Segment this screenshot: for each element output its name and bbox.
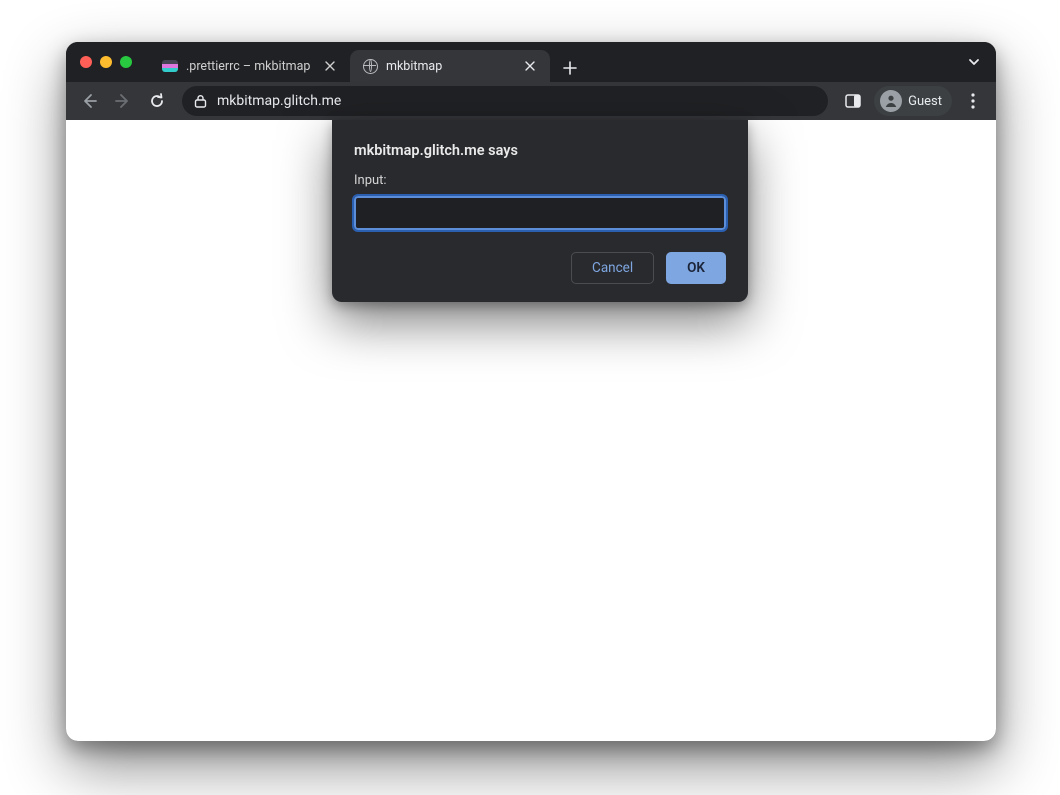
menu-button[interactable]: [958, 86, 988, 116]
close-tab-icon[interactable]: [322, 58, 338, 74]
browser-window: .prettierrc – mkbitmap mkbitmap: [66, 42, 996, 741]
address-bar-url: mkbitmap.glitch.me: [217, 93, 341, 109]
tab-strip: .prettierrc – mkbitmap mkbitmap: [150, 42, 584, 82]
close-window-button[interactable]: [80, 56, 92, 68]
cancel-button[interactable]: Cancel: [571, 252, 654, 284]
glitch-favicon-icon: [162, 58, 178, 74]
globe-favicon-icon: [362, 58, 378, 74]
close-tab-icon[interactable]: [522, 58, 538, 74]
reload-button[interactable]: [142, 86, 172, 116]
forward-button[interactable]: [108, 86, 138, 116]
maximize-window-button[interactable]: [120, 56, 132, 68]
tab-title: .prettierrc – mkbitmap: [186, 59, 314, 74]
address-bar[interactable]: mkbitmap.glitch.me: [182, 86, 828, 116]
titlebar: .prettierrc – mkbitmap mkbitmap: [66, 42, 996, 82]
prompt-input[interactable]: [354, 196, 726, 230]
ok-button[interactable]: OK: [666, 252, 726, 284]
toolbar-right: Guest: [838, 86, 988, 116]
tab-title: mkbitmap: [386, 59, 514, 74]
prompt-actions: Cancel OK: [354, 252, 726, 284]
window-controls: [80, 56, 132, 68]
side-panel-button[interactable]: [838, 86, 868, 116]
tabs-overflow-button[interactable]: [962, 50, 986, 74]
page-viewport: mkbitmap.glitch.me says Input: Cancel OK: [66, 120, 996, 741]
javascript-prompt-dialog: mkbitmap.glitch.me says Input: Cancel OK: [332, 120, 748, 302]
minimize-window-button[interactable]: [100, 56, 112, 68]
lock-icon: [194, 94, 207, 108]
prompt-origin-text: mkbitmap.glitch.me says: [354, 142, 726, 159]
back-button[interactable]: [74, 86, 104, 116]
tab-prettierrc[interactable]: .prettierrc – mkbitmap: [150, 50, 350, 82]
prompt-label: Input:: [354, 173, 726, 188]
new-tab-button[interactable]: [556, 54, 584, 82]
profile-label: Guest: [908, 94, 942, 109]
tab-mkbitmap[interactable]: mkbitmap: [350, 50, 550, 82]
toolbar: mkbitmap.glitch.me Guest: [66, 82, 996, 120]
profile-chip[interactable]: Guest: [874, 86, 952, 116]
avatar-icon: [880, 90, 902, 112]
